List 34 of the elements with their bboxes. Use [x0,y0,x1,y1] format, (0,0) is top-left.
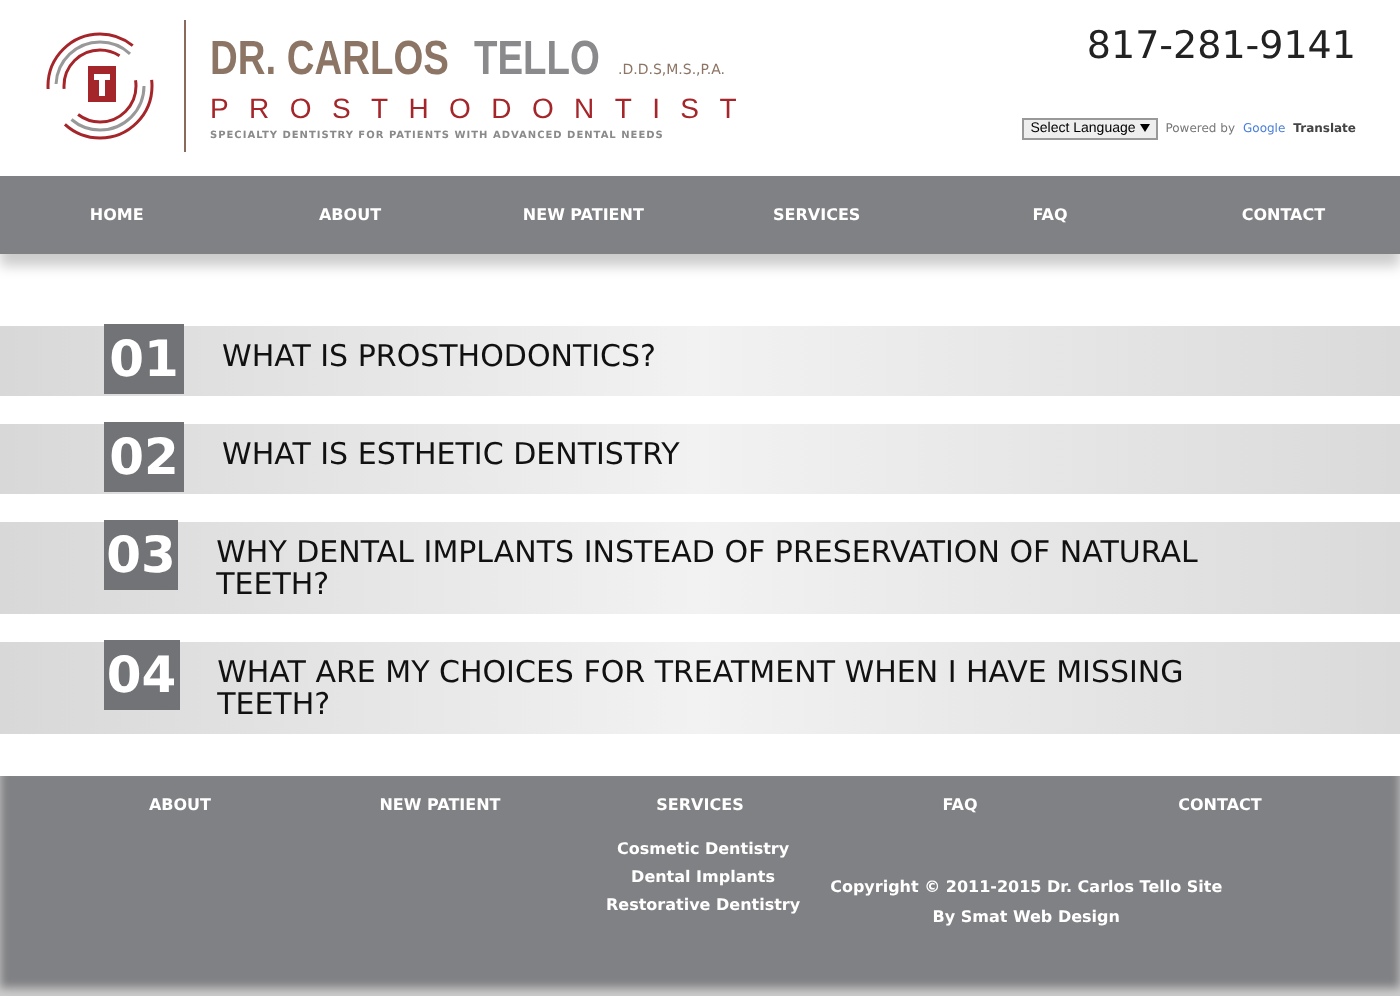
footer-link[interactable]: ABOUT [50,796,310,814]
faq-number: 04 [104,640,180,710]
doctor-surname: TELLO [474,31,601,87]
footer-link[interactable]: FAQ [830,796,1090,814]
nav-link[interactable]: HOME [0,206,234,224]
faq-question: WHY DENTAL IMPLANTS INSTEAD OF PRESERVATION OF NATURAL TEETH? [214,532,1200,606]
faq-number: 01 [104,324,184,394]
faq-item[interactable]: 04 WHAT ARE MY CHOICES FOR TREATMENT WHEN I HAVE MISSING TEETH? [0,642,1400,734]
footer-link[interactable]: NEW PATIENT [310,796,570,814]
phone-number: 817-281-9141 [1086,24,1356,68]
faq-item[interactable]: 03 WHY DENTAL IMPLANTS INSTEAD OF PRESERVATION OF NATURAL TEETH? [0,522,1400,614]
nav-link[interactable]: FAQ [933,206,1167,224]
footer-link[interactable]: SERVICES [570,796,830,814]
copyright: Copyright © 2011-2015 Dr. Carlos Tello Site [830,878,1223,896]
service-link[interactable]: Restorative Dentistry [606,896,801,914]
service-link[interactable]: Dental Implants [631,868,776,886]
footer-link[interactable]: CONTACT [1090,796,1350,814]
faq-question: WHAT ARE MY CHOICES FOR TREATMENT WHEN I HAVE MISSING TEETH? [215,652,1186,726]
nav-link[interactable]: ABOUT [233,206,467,224]
nav-link[interactable]: CONTACT [1166,206,1400,224]
faq-number: 03 [104,520,179,590]
service-link[interactable]: Cosmetic Dentistry [617,840,790,858]
nav-link[interactable]: SERVICES [700,206,934,224]
doctor-name: DR. CARLOS [210,31,449,87]
faq-question: WHAT IS PROSTHODONTICS? [220,336,659,378]
logo-icon [44,30,156,142]
faq-item[interactable]: 02 WHAT IS ESTHETIC DENTISTRY [0,424,1400,494]
nav-link[interactable]: NEW PATIENT [466,206,701,224]
caret-icon [1139,124,1150,132]
specialty-title: PROSTHODONTIST [210,91,757,123]
faq-item[interactable]: 01 WHAT IS PROSTHODONTICS? [0,326,1400,396]
faq-number: 02 [104,422,184,492]
designer-credit: By Smat Web Design [932,908,1120,926]
faq-question: WHAT IS ESTHETIC DENTISTRY [220,434,682,476]
